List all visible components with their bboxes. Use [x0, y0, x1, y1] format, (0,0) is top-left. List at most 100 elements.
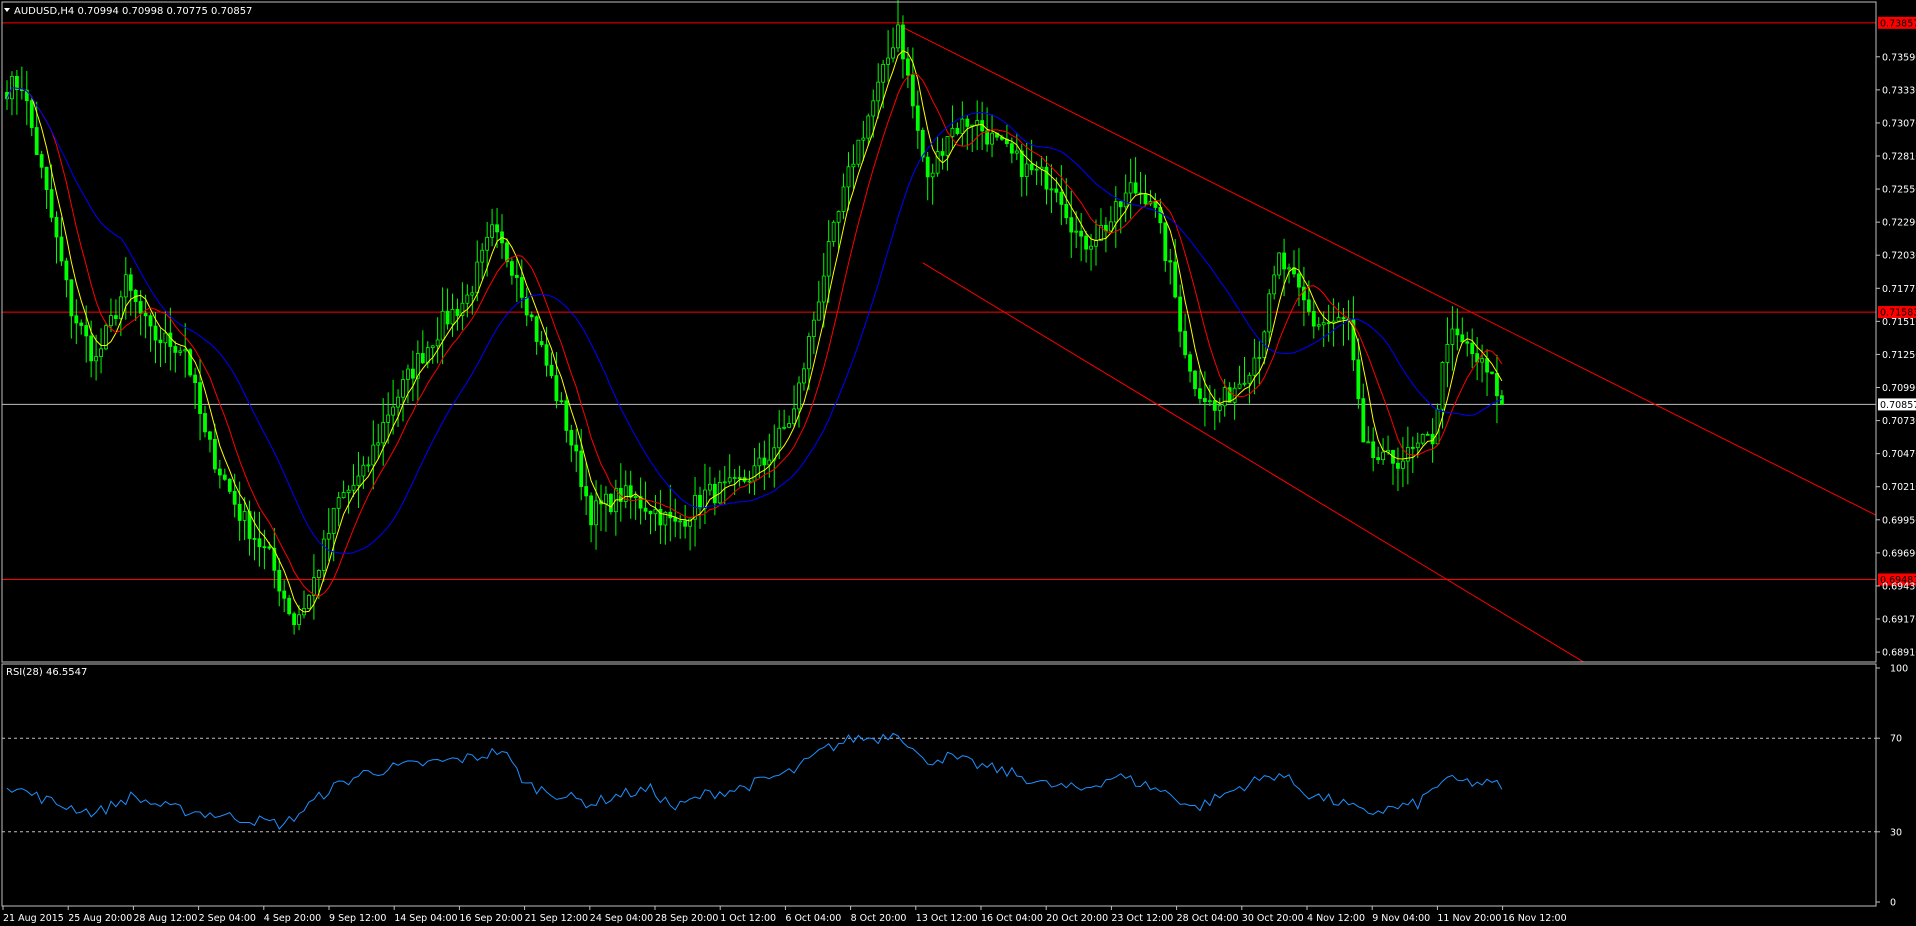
candle-body [985, 130, 989, 145]
candle-body [84, 325, 89, 337]
candle-body [1455, 328, 1460, 336]
candle-body [802, 368, 806, 384]
candle-body [1425, 433, 1430, 436]
candle-body [1465, 341, 1470, 344]
candle-body [1014, 150, 1019, 154]
candle-body [356, 475, 361, 486]
candle-body [698, 494, 702, 509]
candle-body [871, 100, 876, 117]
candle-body [1242, 382, 1247, 385]
candle-body [89, 335, 94, 362]
candle-body [386, 414, 391, 423]
candle-body [732, 477, 737, 479]
candle-body [678, 520, 683, 523]
candle-body [628, 485, 633, 498]
candle-body [1495, 373, 1499, 397]
rsi-plot-area[interactable] [2, 732, 1876, 833]
candle-body [1277, 252, 1282, 276]
time-tick-label: 9 Sep 12:00 [329, 913, 386, 924]
candle-body [366, 464, 371, 467]
time-tick-label: 24 Sep 04:00 [590, 913, 653, 924]
candle-body [955, 127, 960, 134]
candle-body [1247, 374, 1252, 384]
candle-body [1198, 388, 1202, 399]
candle-body [297, 614, 301, 626]
candle-body [1331, 320, 1336, 324]
time-tick-label: 8 Oct 20:00 [851, 913, 907, 924]
candle-body [604, 493, 608, 505]
candle-body [490, 224, 495, 238]
candle-body [1113, 201, 1118, 223]
candle-body [1163, 222, 1168, 262]
candle-body [841, 186, 846, 212]
candle-body [341, 492, 346, 499]
candle-body [1321, 322, 1326, 326]
time-tick-label: 21 Sep 12:00 [525, 913, 588, 924]
candle-body [173, 346, 178, 353]
candle-body [787, 423, 791, 428]
candle-body [14, 76, 19, 90]
candle-body [811, 319, 816, 337]
candle-body [906, 58, 910, 76]
candle-body [727, 477, 732, 483]
candle-body [232, 491, 237, 505]
candle-body [346, 489, 351, 493]
candle-body [222, 474, 227, 480]
candle-body [163, 332, 168, 344]
candle-body [128, 274, 133, 291]
candle-body [1133, 182, 1138, 194]
ma-fast-line [6, 50, 1503, 613]
candle-body [227, 478, 232, 492]
candle-body [856, 139, 861, 165]
candle-body [584, 486, 589, 497]
price-axis: 0.738570.715830.694810.708570.735900.733… [1876, 16, 1916, 659]
candle-body [826, 241, 831, 277]
candle-body [1237, 383, 1242, 389]
candle-body [1089, 245, 1093, 250]
candle-body [1178, 296, 1183, 332]
ma-mid-line [6, 72, 1503, 598]
candle-body [1336, 317, 1341, 322]
candle-body [1470, 342, 1475, 355]
candle-body [94, 356, 98, 362]
candle-body [1326, 322, 1331, 325]
candle-body [1207, 400, 1212, 403]
candle-body [79, 322, 84, 326]
candle-body [945, 136, 950, 156]
candle-body [29, 100, 34, 128]
time-tick-label: 14 Sep 04:00 [394, 913, 457, 924]
candle-body [198, 382, 202, 414]
candle-body [321, 538, 326, 571]
time-tick-label: 21 Aug 2015 [3, 913, 64, 924]
candle-body [1128, 182, 1133, 194]
dropdown-triangle-icon[interactable] [4, 8, 10, 12]
candle-body [376, 442, 381, 446]
time-tick-label: 11 Nov 20:00 [1437, 913, 1501, 924]
candle-body [896, 24, 900, 49]
forex-chart: 0.738570.715830.694810.708570.735900.733… [1, 0, 1916, 924]
candle-body [505, 242, 509, 263]
candle-body [1415, 442, 1420, 449]
candle-body [425, 347, 430, 364]
candle-body [782, 426, 787, 429]
candle-body [64, 260, 69, 281]
candle-body [331, 507, 336, 534]
candle-body [183, 349, 188, 352]
candle-body [440, 310, 445, 341]
candle-body [1356, 359, 1361, 400]
candle-body [1257, 357, 1262, 359]
candle-body [925, 156, 930, 178]
candle-body [901, 24, 905, 60]
candle-body [1401, 460, 1405, 469]
candle-body [1034, 168, 1039, 171]
candle-body [326, 533, 331, 540]
candle-body [534, 316, 539, 342]
candle-body [480, 249, 485, 263]
candle-body [737, 477, 742, 479]
price-tick-label: 0.71770 [1882, 284, 1916, 295]
price-tick-label: 0.72550 [1882, 185, 1916, 196]
time-tick-label: 4 Sep 20:00 [264, 913, 321, 924]
candle-body [465, 294, 470, 304]
price-plot-area[interactable] [2, 0, 1898, 663]
candle-body [1044, 166, 1049, 190]
